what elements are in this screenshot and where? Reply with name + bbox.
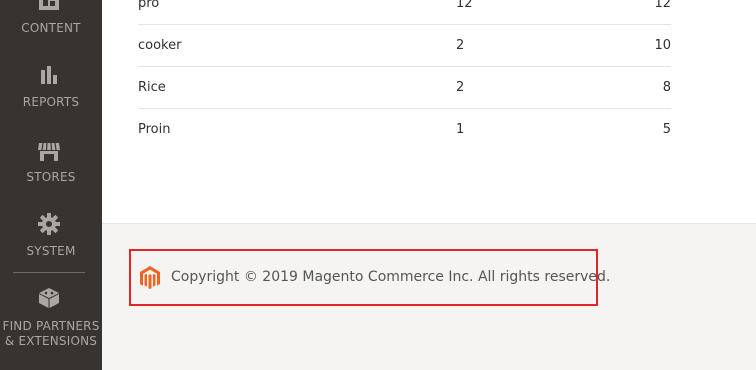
- product-total: 8: [662, 80, 671, 95]
- product-name: pro: [138, 0, 160, 11]
- copyright-highlight: Copyright © 2019 Magento Commerce Inc. A…: [129, 249, 610, 306]
- product-quantity: 12: [456, 0, 473, 11]
- magento-logo-icon: [140, 266, 160, 289]
- copyright-text: Copyright © 2019 Magento Commerce Inc. A…: [171, 269, 611, 285]
- table-row: Rice 2 8: [138, 67, 671, 109]
- partners-icon: [39, 288, 59, 308]
- product-quantity: 2: [456, 38, 465, 53]
- sidebar-divider: [13, 272, 85, 273]
- sidebar-item-reports[interactable]: REPORTS: [0, 60, 102, 115]
- sidebar-item-partners-label-line1: FIND PARTNERS: [2, 319, 100, 333]
- gear-icon: [38, 213, 60, 235]
- product-name: cooker: [138, 38, 182, 53]
- table-row: Proin 1 5: [138, 109, 671, 150]
- sidebar-item-content[interactable]: CONTENT: [0, 0, 102, 40]
- product-quantity: 1: [456, 122, 465, 137]
- sidebar-item-system[interactable]: SYSTEM: [0, 210, 102, 265]
- sidebar-item-content-label: CONTENT: [21, 21, 81, 35]
- sidebar-item-stores-label: STORES: [26, 170, 76, 184]
- sidebar-item-partners[interactable]: FIND PARTNERS & EXTENSIONS: [0, 284, 102, 354]
- table-row: pro 12 12: [138, 0, 671, 25]
- sidebar-item-stores[interactable]: STORES: [0, 135, 102, 190]
- sidebar-item-partners-label-line2: & EXTENSIONS: [4, 334, 98, 348]
- content-icon: [39, 0, 59, 10]
- sidebar-item-reports-label: REPORTS: [22, 95, 80, 109]
- product-name: Rice: [138, 80, 166, 95]
- product-total: 12: [654, 0, 671, 11]
- product-name: Proin: [138, 122, 171, 137]
- table-row: cooker 2 10: [138, 25, 671, 67]
- product-quantity: 2: [456, 80, 465, 95]
- product-total: 10: [654, 38, 671, 53]
- product-total: 5: [662, 122, 671, 137]
- stores-icon: [38, 142, 60, 161]
- reports-icon: [41, 66, 57, 84]
- admin-sidebar: CONTENT REPORTS STORES SYSTEM FIND PARTN…: [0, 0, 102, 370]
- sidebar-item-system-label: SYSTEM: [26, 244, 76, 258]
